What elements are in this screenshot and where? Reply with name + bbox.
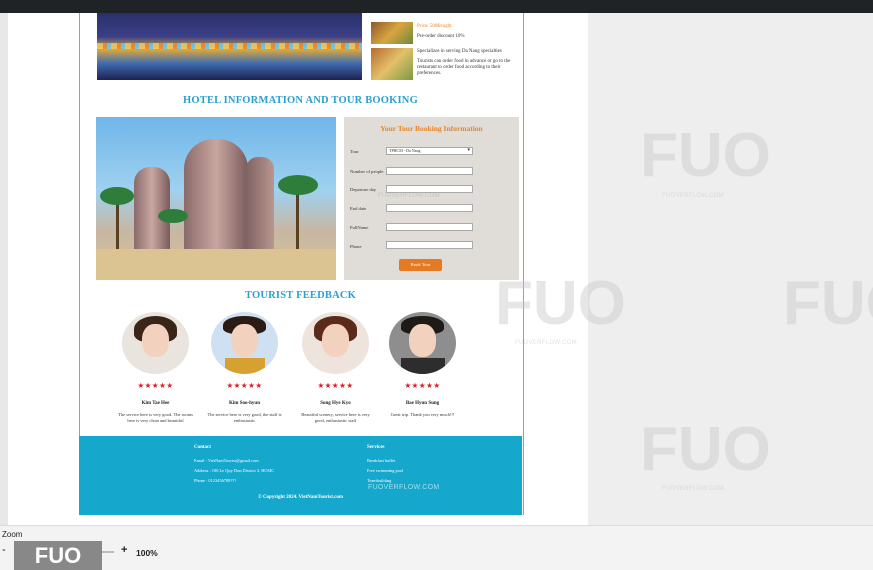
avatar [122,312,189,374]
avatar [389,312,456,374]
avatar-shirt [225,358,265,374]
avatar [211,312,278,374]
avatar [302,312,369,374]
service-thumbnail-1 [371,22,413,44]
service-discount: Pre-order discount 10% [417,34,465,39]
people-input[interactable] [386,167,473,175]
people-label: Number of people [350,169,384,174]
hotel-image [96,117,336,280]
avatar-face [231,324,258,357]
watermark-site: FUOVERFLOW.COM [378,193,440,199]
zoom-value: 100% [136,548,158,558]
hotel-tower-right [246,157,274,257]
rating-stars: ★★★★★ [226,381,263,390]
departure-input[interactable] [386,185,473,193]
beach-sand [96,249,336,280]
hotel-tower-main [184,139,248,257]
window-top-bar [0,0,873,13]
watermark-site: FUOVERFLOW.COM [368,484,440,491]
fullname-input[interactable] [386,223,473,231]
booking-form-title: Your Tour Booking Information [380,124,483,133]
reviewer-name: Song Hye Kyo [320,401,351,406]
reviewer-name: Kim Tae Hee [141,401,170,406]
zoom-in-button[interactable]: + [121,544,127,556]
contact-phone: Phone : 0123456789??? [194,478,237,483]
palm-leaves [278,175,318,195]
reviewer-name: Bae Hyun Sung [405,401,440,406]
watermark-logo: FUO [640,415,771,484]
review-text: The service here is very good, the staff… [207,412,282,423]
rating-stars: ★★★★★ [137,381,174,390]
reviewer-name: Kim Soo-hyun [229,401,260,406]
departure-label: Departure day [350,187,377,192]
watermark-logo: FUO [783,269,873,338]
hotel-section-title: HOTEL INFORMATION AND TOUR BOOKING [183,95,418,106]
service-thumbnail-2 [371,48,413,80]
zoom-out-button[interactable]: - [2,544,6,556]
avatar-face [322,324,349,357]
fuo-logo: FUO [14,541,102,570]
service-item: Breakfast buffet [367,458,396,463]
phone-input[interactable] [386,241,473,249]
watermark-site: FUOVERFLOW.COM [662,193,724,199]
zoom-label: Zoom [2,530,23,539]
watermark-logo: FUO [640,121,771,190]
phone-label: Phone [350,244,362,249]
end-date-label: End date [350,206,367,211]
feedback-section-title: TOURIST FEEDBACK [244,290,357,301]
rating-stars: ★★★★★ [404,381,441,390]
contact-heading: Contact [194,445,211,450]
services-heading: Services [367,445,385,450]
site-footer: Contact Email : VietNamTourist@gmail.com… [79,436,522,515]
watermark-site: FUOVERFLOW.COM [515,340,577,346]
avatar-face [409,324,436,357]
palm-leaves [100,187,134,205]
service-item: Teambuilding [367,478,392,483]
service-order-text: Tourists can order food in advance or go… [417,59,511,76]
review-text: The service here is very good. The rooms… [118,412,193,423]
service-item: Free swimming pool [367,468,404,473]
night-bridge-image [97,13,362,80]
contact-email: Email : VietNamTourist@gmail.com [194,458,259,463]
rating-stars: ★★★★★ [317,381,354,390]
zoom-bar: Zoom - FUO + 100% [0,525,873,570]
service-price: Price: 500$/night [417,24,452,29]
tour-select[interactable]: TPHCM - Da Nang [386,147,473,155]
avatar-jacket [401,358,445,374]
fullname-label: FullName [350,225,369,230]
tour-label: Tour [350,149,359,154]
review-text: Great trip. Thank you very much!!! [390,412,455,417]
end-date-input[interactable] [386,204,473,212]
watermark-logo: FUO [495,269,626,338]
watermark-site: FUOVERFLOW.COM [662,486,724,492]
review-text: Beautiful scenery, service here is very … [301,412,370,423]
service-specialize: Specializes in serving Da Nang specialti… [417,49,502,54]
avatar-face [142,324,169,357]
palm-leaves [158,209,188,223]
book-tour-button[interactable]: Book Tour [399,259,442,271]
contact-address: Address : 100 Le Quy Don,District 3, HCM… [194,468,275,473]
copyright: © Copyright 2024. VietNamTourist.com [257,495,344,500]
left-gutter [0,13,8,525]
